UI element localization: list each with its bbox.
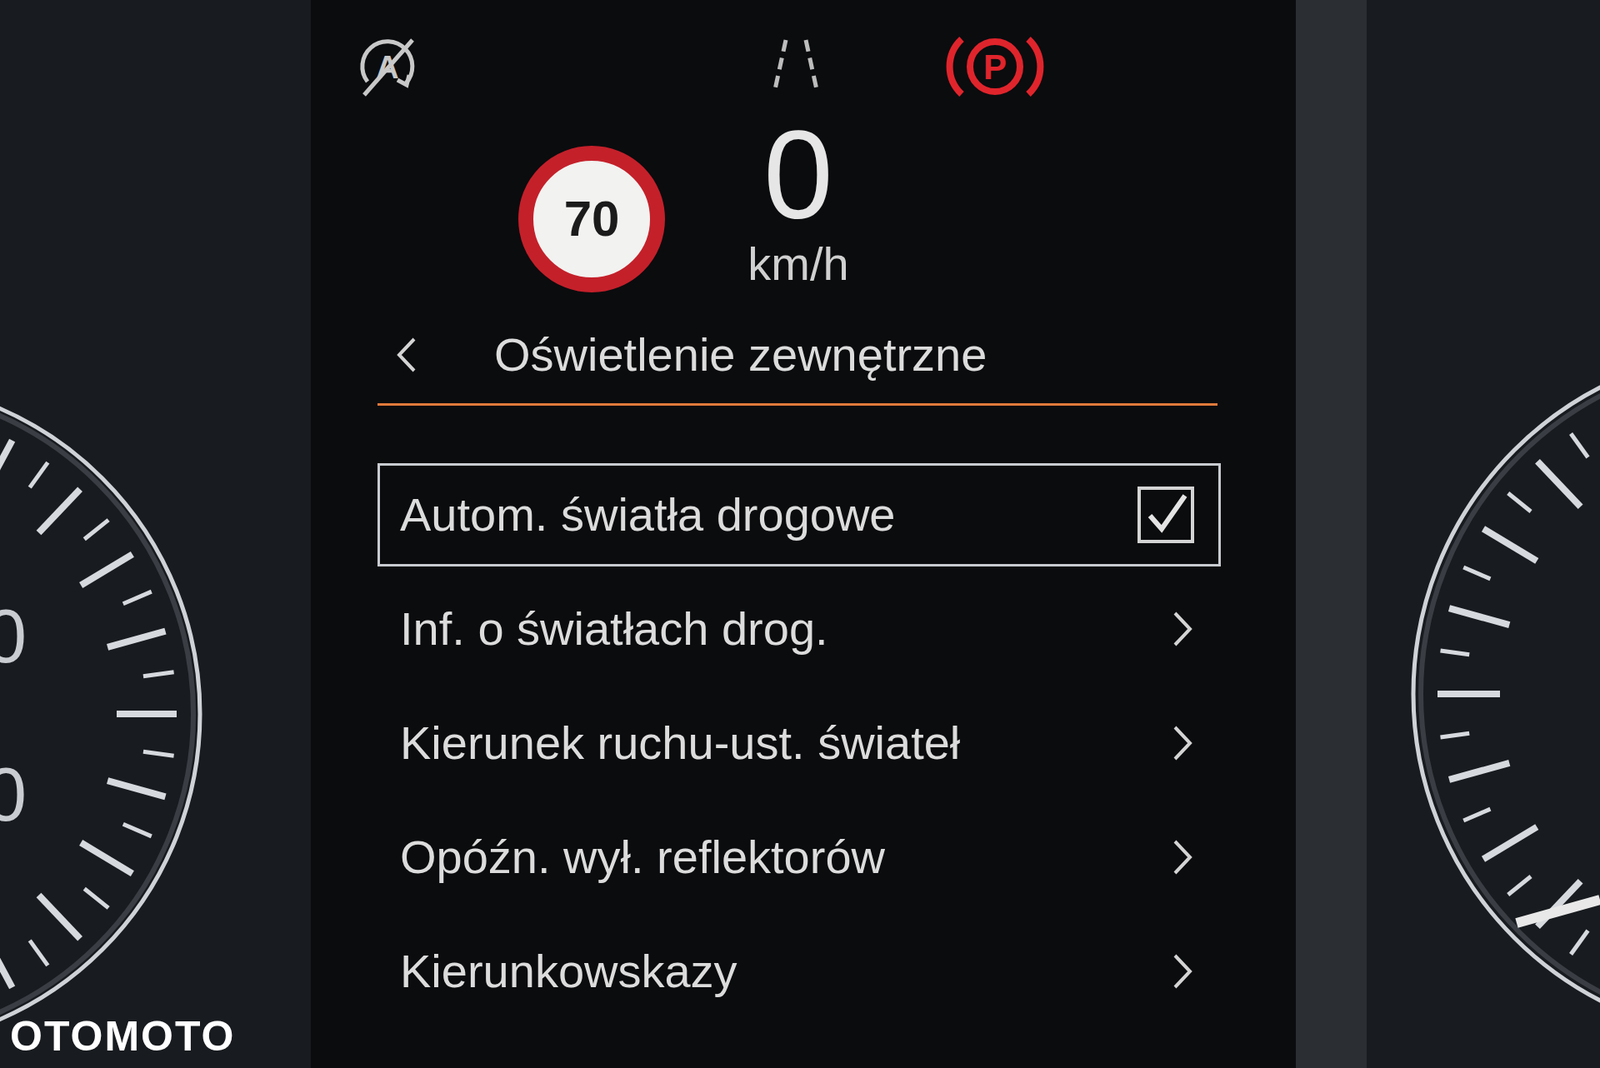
- menu-item[interactable]: Autom. światła drogowe: [377, 463, 1221, 567]
- left-gauge: 00: [0, 0, 311, 1068]
- speed-row: 70 0km/h: [310, 108, 1296, 292]
- submenu-chevron-icon: [1170, 838, 1195, 877]
- left-gauge-icon: 00: [0, 0, 311, 1068]
- speed-limit-sign: 70: [518, 145, 665, 293]
- header-divider: [377, 403, 1218, 406]
- back-button[interactable]: [394, 335, 420, 375]
- instrument-cluster: 00AP700km/hOświetlenie zewnętrzneAutom. …: [0, 0, 1600, 1068]
- start-stop-off-icon: A: [354, 33, 421, 100]
- checkbox-icon[interactable]: [1136, 485, 1195, 545]
- right-gauge: [1366, 0, 1600, 1068]
- submenu-chevron-icon: [1170, 952, 1195, 991]
- svg-text:0: 0: [0, 753, 27, 837]
- submenu-chevron-icon: [1170, 724, 1195, 763]
- menu-item[interactable]: Opóźn. wył. reflektorów: [377, 805, 1221, 910]
- menu-title: Oświetlenie zewnętrzne: [494, 325, 987, 385]
- menu-item[interactable]: Inf. o światłach drog.: [377, 577, 1221, 681]
- right-gauge-icon: [1366, 0, 1600, 1068]
- svg-text:P: P: [983, 47, 1007, 87]
- submenu-chevron-icon: [1170, 610, 1195, 649]
- menu-header: Oświetlenie zewnętrzne: [394, 325, 1221, 385]
- parking-brake-icon: P: [945, 29, 1045, 105]
- lane-assist-icon: [762, 33, 830, 100]
- menu-list: Autom. światła drogoweInf. o światłach d…: [377, 463, 1221, 1024]
- indicator-row: AP: [310, 33, 1296, 100]
- menu-item[interactable]: Kierunek ruchu-ust. świateł: [377, 691, 1221, 795]
- back-chevron-icon: [394, 335, 420, 375]
- speedometer-readout: 0km/h: [715, 108, 882, 291]
- menu-item[interactable]: Kierunkowskazy: [377, 920, 1221, 1024]
- watermark: OTOMOTO: [10, 1013, 236, 1060]
- bezel-band: [1295, 0, 1367, 1068]
- svg-text:0: 0: [0, 595, 27, 679]
- display-screen: AP700km/hOświetlenie zewnętrzneAutom. św…: [310, 0, 1296, 1068]
